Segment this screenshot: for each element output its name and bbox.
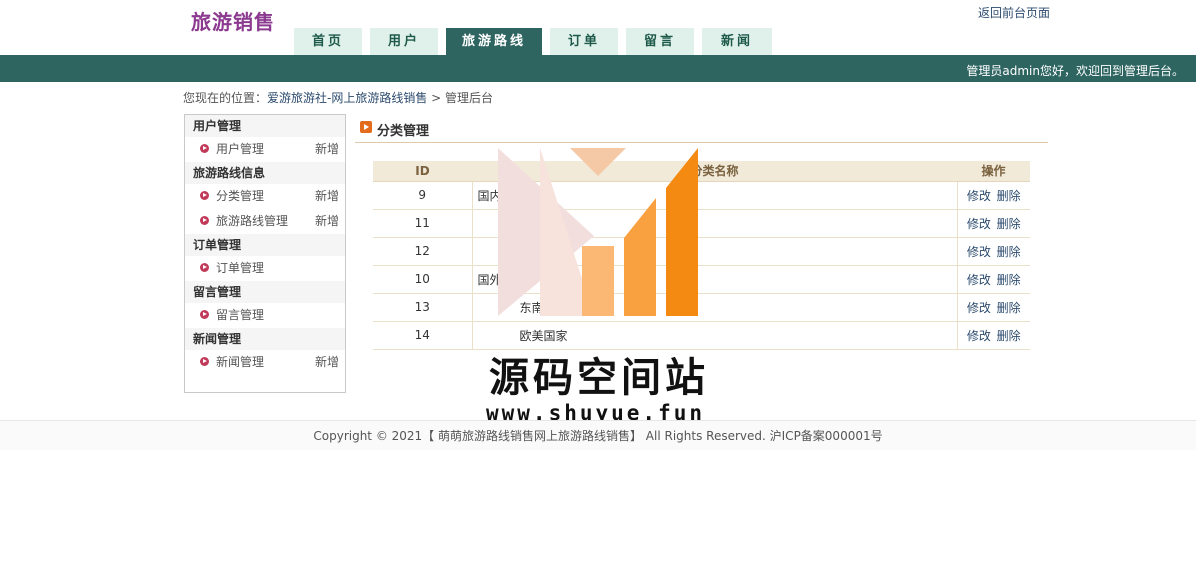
bullet-arrow-icon — [200, 144, 209, 153]
nav-tab-5[interactable]: 新闻 — [702, 28, 772, 55]
cell-id: 9 — [373, 181, 473, 210]
sidebar-item: 用户管理 新增 — [185, 137, 345, 162]
delete-link[interactable]: 删除 — [997, 245, 1021, 259]
sidebar-group-title: 用户管理 — [185, 115, 345, 137]
category-table: ID 分类名称 操作 9国内修改 删除11城市修改 删除12古典修改 删除10国… — [373, 161, 1030, 350]
column-header-ops: 操作 — [957, 161, 1030, 182]
cell-actions: 修改 删除 — [957, 181, 1030, 210]
welcome-message: 管理员admin您好，欢迎回到管理后台。 — [966, 64, 1184, 78]
cell-id: 13 — [373, 293, 473, 322]
sidebar-item: 旅游路线管理 新增 — [185, 209, 345, 234]
cell-id: 10 — [373, 265, 473, 294]
cell-id: 14 — [373, 321, 473, 350]
bullet-arrow-icon — [200, 263, 209, 272]
table-row: 10 国外 修改 删除 — [373, 265, 1030, 294]
sidebar-add-link[interactable]: 新增 — [315, 137, 339, 162]
breadcrumb-separator: > — [427, 91, 446, 105]
cell-actions: 修改 删除 — [957, 209, 1030, 238]
sidebar-item: 分类管理 新增 — [185, 184, 345, 209]
edit-link[interactable]: 修改 — [967, 329, 991, 343]
nav-tab-3[interactable]: 订单 — [550, 28, 618, 55]
delete-link[interactable]: 删除 — [997, 189, 1021, 203]
delete-link[interactable]: 删除 — [997, 217, 1021, 231]
breadcrumb-site-link[interactable]: 爱游旅游社-网上旅游路线销售 — [267, 91, 427, 105]
nav-tab-0[interactable]: 首页 — [294, 28, 362, 55]
sidebar-add-link[interactable]: 新增 — [315, 350, 339, 375]
sidebar-group-title: 旅游路线信息 — [185, 162, 345, 184]
table-row: 11城市修改 删除 — [373, 209, 1030, 238]
delete-link[interactable]: 删除 — [997, 301, 1021, 315]
cell-id: 12 — [373, 237, 473, 266]
arrow-right-icon — [360, 121, 372, 133]
sidebar-group-title: 留言管理 — [185, 281, 345, 303]
nav-tab-2[interactable]: 旅游路线 — [446, 28, 542, 55]
page-title: 分类管理 — [377, 124, 430, 139]
sidebar-item: 留言管理 — [185, 303, 345, 328]
breadcrumb-prefix: 您现在的位置： — [183, 91, 268, 105]
main-panel: 分类管理 ID 分类名称 操作 9国内修改 删除11城市修改 删除12古典修改 … — [355, 114, 1048, 350]
edit-link[interactable]: 修改 — [967, 245, 991, 259]
nav-tab-4[interactable]: 留言 — [626, 28, 694, 55]
table-row: 12古典修改 删除 — [373, 237, 1030, 266]
cell-actions: 修改 删除 — [957, 237, 1030, 266]
bullet-arrow-icon — [200, 191, 209, 200]
watermark-text: 源码空间站 — [489, 355, 709, 401]
sidebar-item-link[interactable]: 旅游路线管理 — [216, 214, 288, 228]
back-to-frontend-link[interactable]: 返回前台页面 — [978, 4, 1050, 21]
sidebar-item: 订单管理 — [185, 256, 345, 281]
sidebar-item: 新闻管理 新增 — [185, 350, 345, 375]
watermark-logo-icon — [498, 148, 698, 316]
sidebar-item-link[interactable]: 新闻管理 — [216, 355, 264, 369]
sidebar-add-link[interactable]: 新增 — [315, 209, 339, 234]
sidebar-item-link[interactable]: 分类管理 — [216, 189, 264, 203]
sidebar-group-title: 新闻管理 — [185, 328, 345, 350]
breadcrumb-current: 管理后台 — [445, 91, 494, 105]
table-row: 13 东南 修改 删除 — [373, 293, 1030, 322]
welcome-bar: 管理员admin您好，欢迎回到管理后台。 — [0, 55, 1196, 82]
sidebar-item-link[interactable]: 订单管理 — [216, 261, 264, 275]
sidebar: 用户管理 用户管理 新增 旅游路线信息 分类管理 新增 旅游路线管理 新增 订单管理 订单管理 留言… — [184, 114, 346, 393]
delete-link[interactable]: 删除 — [997, 329, 1021, 343]
header: 旅游销售 返回前台页面 首页 用户 旅游路线 订单 留言 新闻 — [0, 0, 1196, 55]
edit-link[interactable]: 修改 — [967, 273, 991, 287]
copyright-text: Copyright © 2021【 萌萌旅游路线销售网上旅游路线销售】 All … — [313, 429, 883, 443]
sidebar-item-link[interactable]: 留言管理 — [216, 308, 264, 322]
nav-tab-1[interactable]: 用户 — [370, 28, 438, 55]
column-header-id: ID — [373, 161, 472, 182]
cell-id: 11 — [373, 209, 473, 238]
edit-link[interactable]: 修改 — [967, 217, 991, 231]
main-nav: 首页 用户 旅游路线 订单 留言 新闻 — [294, 28, 780, 55]
table-row: 9 国内 修改 删除 — [373, 181, 1030, 210]
sidebar-group-title: 订单管理 — [185, 234, 345, 256]
site-logo[interactable]: 旅游销售 — [191, 6, 275, 35]
table-header-row: ID 分类名称 操作 — [373, 161, 1030, 182]
edit-link[interactable]: 修改 — [967, 301, 991, 315]
cell-actions: 修改 删除 — [957, 321, 1030, 350]
bullet-arrow-icon — [200, 310, 209, 319]
cell-actions: 修改 删除 — [957, 265, 1030, 294]
sidebar-add-link[interactable]: 新增 — [315, 184, 339, 209]
edit-link[interactable]: 修改 — [967, 189, 991, 203]
delete-link[interactable]: 删除 — [997, 273, 1021, 287]
footer: Copyright © 2021【 萌萌旅游路线销售网上旅游路线销售】 All … — [0, 420, 1196, 450]
sidebar-item-link[interactable]: 用户管理 — [216, 142, 264, 156]
cell-actions: 修改 删除 — [957, 293, 1030, 322]
bullet-arrow-icon — [200, 216, 209, 225]
bullet-arrow-icon — [200, 357, 209, 366]
panel-header: 分类管理 — [355, 114, 1048, 143]
breadcrumb: 您现在的位置：爱游旅游社-网上旅游路线销售 > 管理后台 — [183, 89, 493, 106]
